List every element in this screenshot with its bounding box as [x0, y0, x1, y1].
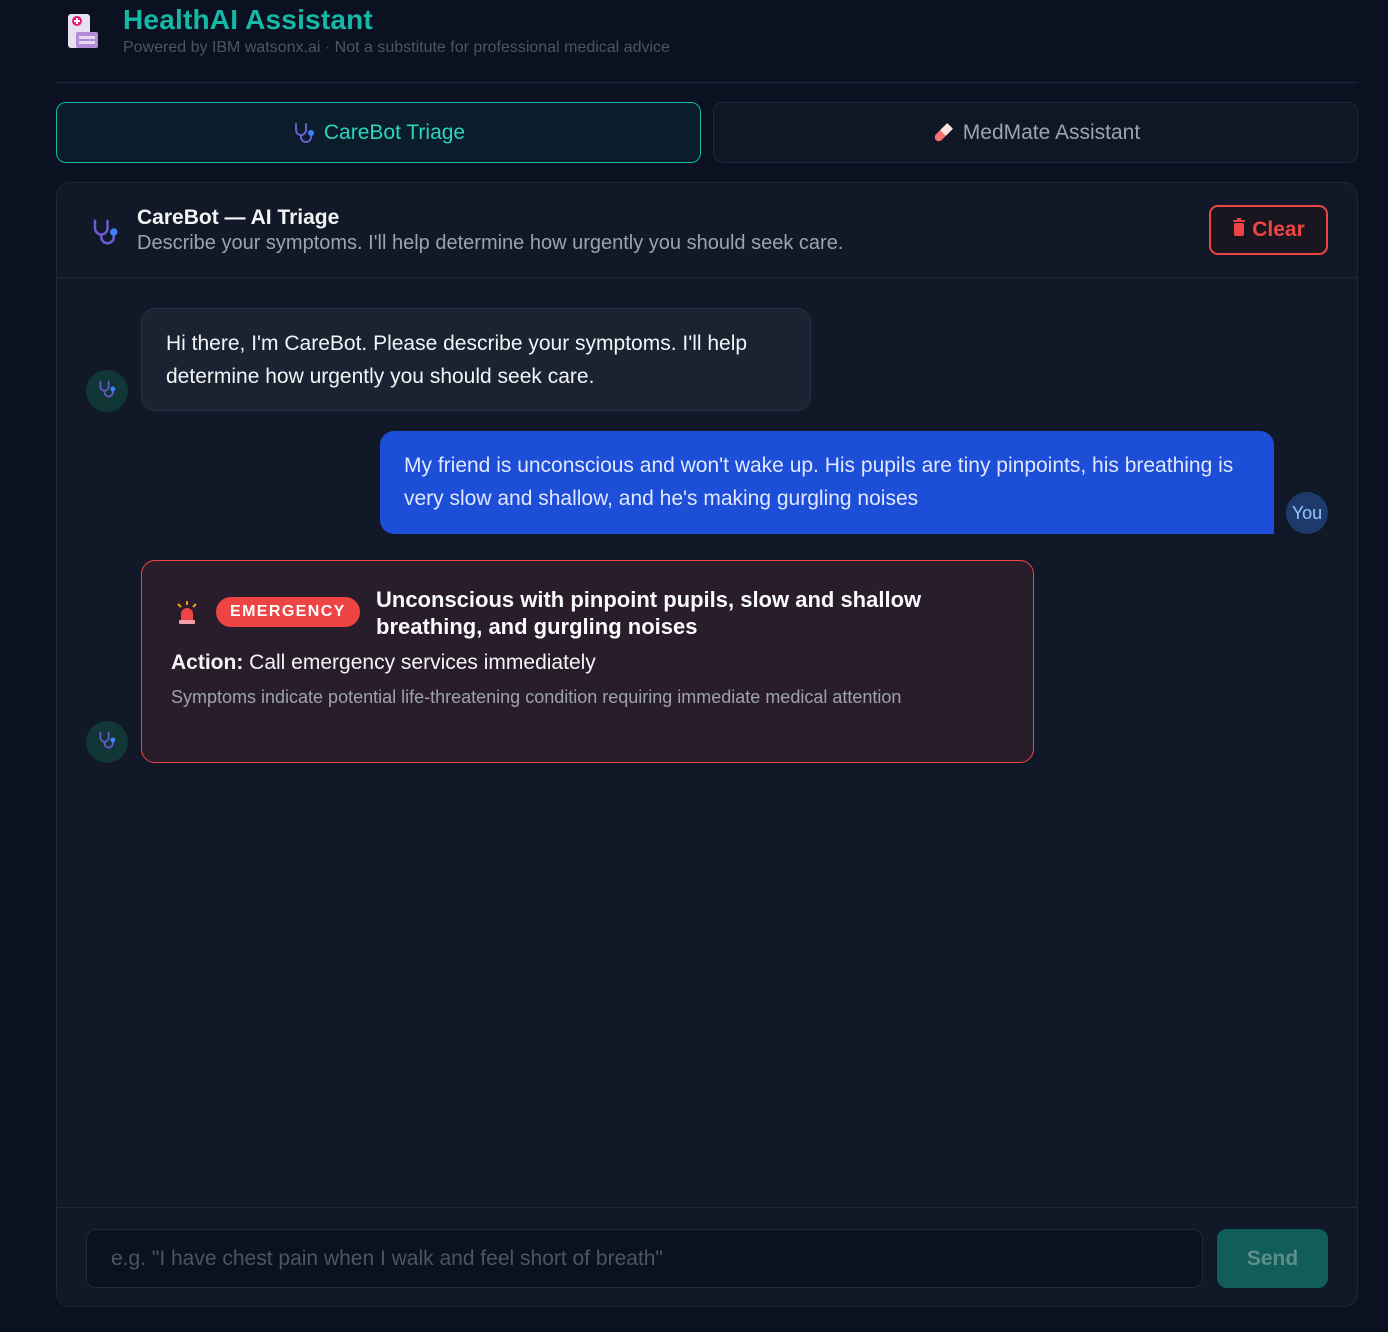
tab-carebot-triage[interactable]: CareBot Triage	[56, 102, 701, 163]
action-label: Action:	[171, 651, 244, 674]
composer: Send	[57, 1207, 1357, 1306]
stethoscope-icon	[90, 217, 120, 252]
trash-icon	[1232, 218, 1246, 242]
panel-title: CareBot — AI Triage	[137, 206, 340, 229]
triage-title: Unconscious with pinpoint pupils, slow a…	[376, 587, 922, 639]
stethoscope-icon	[292, 121, 316, 145]
bot-message: Hi there, I'm CareBot. Please describe y…	[141, 308, 811, 411]
triage-action: Action: Call emergency services immediat…	[171, 651, 596, 675]
clear-label: Clear	[1252, 218, 1305, 241]
panel-header: CareBot — AI Triage Describe your sympto…	[57, 183, 1357, 278]
clear-button[interactable]: Clear	[1209, 205, 1328, 255]
send-button[interactable]: Send	[1217, 1229, 1328, 1288]
mode-tabs: CareBot Triage MedMate Assistant	[56, 102, 1358, 163]
panel-subtitle: Describe your symptoms. I'll help determ…	[137, 232, 844, 254]
app-title: HealthAI Assistant	[123, 4, 373, 35]
app-root: HealthAI Assistant Powered by IBM watson…	[56, 0, 1358, 1307]
message-input[interactable]	[86, 1229, 1203, 1288]
siren-icon	[176, 601, 198, 630]
pill-icon	[931, 121, 955, 145]
app-header: HealthAI Assistant Powered by IBM watson…	[56, 0, 1358, 83]
triage-card: EMERGENCY Unconscious with pinpoint pupi…	[141, 560, 1034, 763]
app-subtitle: Powered by IBM watsonx.ai · Not a substi…	[123, 39, 670, 56]
hospital-icon	[66, 12, 100, 50]
tab-label: CareBot Triage	[323, 120, 466, 144]
chat-panel: CareBot — AI Triage Describe your sympto…	[56, 182, 1358, 1307]
bot-avatar	[86, 370, 128, 412]
tab-label: MedMate Assistant	[962, 120, 1141, 144]
stethoscope-icon	[97, 379, 117, 404]
triage-detail: Symptoms indicate potential life-threate…	[171, 687, 902, 707]
emergency-badge: EMERGENCY	[216, 597, 360, 627]
user-message: My friend is unconscious and won't wake …	[380, 431, 1274, 534]
action-text: Call emergency services immediately	[249, 651, 596, 674]
bot-avatar	[86, 721, 128, 763]
stethoscope-icon	[97, 730, 117, 755]
tab-medmate-assistant[interactable]: MedMate Assistant	[713, 102, 1358, 163]
user-avatar: You	[1286, 492, 1328, 534]
